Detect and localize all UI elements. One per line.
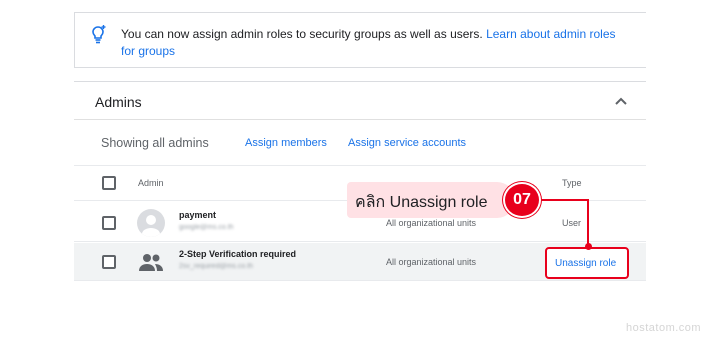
- person-avatar-icon: [137, 209, 165, 237]
- chevron-up-icon[interactable]: [615, 96, 627, 106]
- callout-text: คลิก Unassign role: [355, 194, 488, 211]
- assign-service-accounts-button[interactable]: Assign service accounts: [348, 137, 466, 149]
- step-number: 07: [513, 191, 531, 208]
- admin-scope: All organizational units: [386, 218, 477, 228]
- admins-toolbar: Showing all admins Assign members Assign…: [74, 121, 646, 165]
- watermark: hostatom.com: [626, 322, 702, 334]
- column-header-admin: Admin: [138, 178, 164, 188]
- admin-scope: All organizational units: [386, 257, 477, 267]
- admin-name[interactable]: 2-Step Verification required: [179, 249, 296, 259]
- column-header-type: Type: [562, 178, 582, 188]
- info-banner: You can now assign admin roles to securi…: [74, 12, 646, 68]
- showing-label: Showing all admins: [101, 136, 209, 150]
- unassign-role-button[interactable]: Unassign role: [545, 247, 629, 279]
- unassign-role-label: Unassign role: [555, 258, 617, 269]
- callout-connector: [541, 199, 589, 246]
- group-icon: [139, 254, 163, 271]
- admins-section: Admins Showing all admins Assign members…: [74, 81, 646, 281]
- admin-email: google@ms.co.th: [179, 224, 234, 231]
- row-checkbox[interactable]: [102, 216, 116, 230]
- select-all-checkbox[interactable]: [102, 176, 116, 190]
- banner-message: You can now assign admin roles to securi…: [121, 27, 616, 58]
- assign-members-button[interactable]: Assign members: [245, 137, 327, 149]
- step-number-badge: 07: [503, 182, 541, 218]
- admin-email: 2sv_required@ms.co.th: [179, 263, 254, 270]
- admins-header[interactable]: Admins: [74, 82, 646, 120]
- section-title: Admins: [95, 94, 142, 110]
- row-checkbox[interactable]: [102, 255, 116, 269]
- callout-anchor-dot: [585, 243, 592, 250]
- lightbulb-icon: [92, 25, 106, 44]
- step-callout: คลิก Unassign role 07: [347, 182, 543, 218]
- table-row[interactable]: 2-Step Verification required 2sv_require…: [74, 243, 646, 281]
- admin-name[interactable]: payment: [179, 210, 216, 220]
